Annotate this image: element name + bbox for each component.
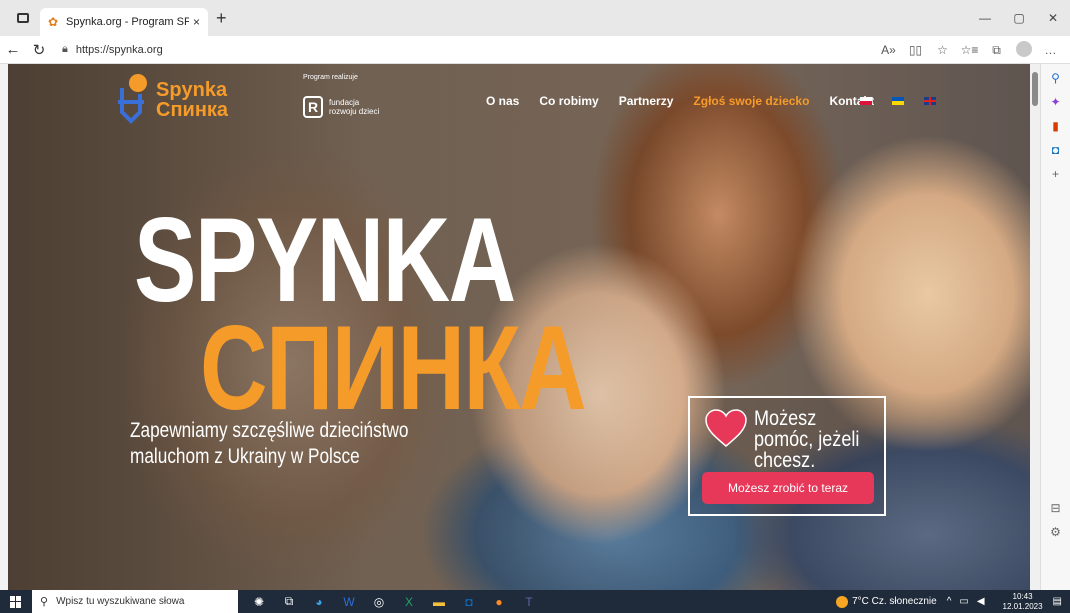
- collections-icon[interactable]: ⧉: [983, 43, 1010, 58]
- outlook-icon[interactable]: ◘: [454, 595, 484, 609]
- heart-icon: [705, 409, 747, 447]
- date-text: 12.01.2023: [1002, 601, 1043, 611]
- back-icon[interactable]: ←: [0, 37, 26, 63]
- outlook-icon[interactable]: ◘: [1041, 144, 1070, 156]
- flag-gb-icon[interactable]: [924, 97, 936, 105]
- taskbar-apps: ✺ ⧉ ◕ W ◎ X ▬ ◘ ● T: [244, 594, 544, 609]
- favorite-add-icon[interactable]: ☆: [929, 43, 956, 57]
- refresh-icon[interactable]: ↻: [26, 37, 52, 63]
- widgets-icon[interactable]: ✺: [244, 595, 274, 609]
- lock-icon: 🔒︎: [62, 43, 68, 55]
- logo-mark-icon: [118, 74, 147, 124]
- tab-close-icon[interactable]: ×: [193, 15, 200, 29]
- tab-title: Spynka.org - Program SPYNKA w: [66, 16, 189, 28]
- discover-icon[interactable]: ✦: [1041, 96, 1070, 108]
- firefox-icon[interactable]: ●: [484, 595, 514, 609]
- url-field[interactable]: 🔒︎ https://spynka.org: [62, 43, 163, 56]
- tab-actions-icon: [17, 13, 29, 23]
- donate-text: Możesz pomóc, jeżeli chcesz.: [754, 407, 860, 472]
- camera-icon[interactable]: ◎: [364, 595, 394, 609]
- volume-icon[interactable]: ◀: [977, 596, 985, 607]
- partner-label: Program realizuje: [303, 74, 358, 81]
- flag-pl-icon[interactable]: [860, 97, 872, 105]
- logo-text-cyrillic: Спинка: [156, 99, 229, 121]
- add-sidebar-icon[interactable]: +: [1041, 168, 1070, 180]
- browser-tab[interactable]: ✿ Spynka.org - Program SPYNKA w ×: [40, 8, 208, 36]
- screen: ✿ Spynka.org - Program SPYNKA w × + — ▢ …: [0, 0, 1070, 613]
- sidebar-hide-icon[interactable]: ⊟: [1041, 502, 1070, 514]
- main-nav: O nas Co robimy Partnerzy Zgłoś swoje dz…: [486, 94, 894, 108]
- profile-avatar[interactable]: [1010, 40, 1037, 60]
- scrollbar-thumb[interactable]: [1032, 72, 1038, 106]
- time-text: 10:43: [1012, 591, 1033, 601]
- teams-icon[interactable]: T: [514, 595, 544, 609]
- taskbar-search[interactable]: ⚲ Wpisz tu wyszukiwane słowa: [32, 590, 238, 613]
- nav-register-child[interactable]: Zgłoś swoje dziecko: [693, 94, 809, 108]
- headline-cyrillic: СПИНКА: [200, 301, 587, 435]
- immersive-reader-icon[interactable]: ▯▯: [902, 43, 929, 57]
- tray-chevron-icon[interactable]: ^: [947, 596, 952, 607]
- sun-icon: [836, 595, 849, 608]
- hero-section: Spynka Спинка Program realizuje R fundac…: [8, 64, 1030, 590]
- system-tray: 7°C Cz. słonecznie ^ ▭ ◀ 10:43 12.01.202…: [836, 590, 1070, 613]
- weather-text: 7°C Cz. słonecznie: [852, 596, 937, 607]
- address-bar: ← ↻ 🔒︎ https://spynka.org A» ▯▯ ☆ ☆≡ ⧉ …: [0, 36, 1070, 64]
- nav-about[interactable]: O nas: [486, 94, 519, 108]
- partner-name: fundacja rozwoju dzieci: [329, 98, 380, 116]
- address-bar-actions: A» ▯▯ ☆ ☆≡ ⧉ …: [875, 36, 1064, 64]
- file-explorer-icon[interactable]: ▬: [424, 595, 454, 609]
- notifications-icon[interactable]: ▤: [1053, 596, 1062, 607]
- taskbar-search-placeholder: Wpisz tu wyszukiwane słowa: [56, 596, 185, 607]
- settings-icon[interactable]: ⚙: [1041, 526, 1070, 538]
- edge-icon[interactable]: ◕: [304, 595, 334, 609]
- edge-sidebar: ⚲ ✦ ▮ ◘ + ⊟ ⚙: [1040, 64, 1070, 590]
- flag-ua-icon[interactable]: [892, 97, 904, 105]
- donate-box: Możesz pomóc, jeżeli chcesz. Możesz zrob…: [688, 396, 886, 516]
- logo-text-latin: Spynka: [156, 79, 228, 101]
- task-view-icon[interactable]: ⧉: [274, 594, 304, 609]
- browser-tabstrip: ✿ Spynka.org - Program SPYNKA w × + — ▢ …: [0, 0, 1070, 36]
- read-aloud-icon[interactable]: A»: [875, 43, 902, 57]
- search-icon: ⚲: [40, 596, 49, 608]
- hero-tagline: Zapewniamy szczęśliwe dzieciństwo maluch…: [130, 419, 409, 468]
- new-tab-button[interactable]: +: [216, 8, 227, 29]
- weather-widget[interactable]: 7°C Cz. słonecznie: [836, 595, 937, 608]
- search-icon[interactable]: ⚲: [1041, 72, 1070, 84]
- more-menu-icon[interactable]: …: [1037, 43, 1064, 57]
- excel-icon[interactable]: X: [394, 595, 424, 609]
- page-scrollbar[interactable]: [1030, 64, 1040, 590]
- window-controls: — ▢ ✕: [968, 0, 1070, 36]
- donate-button[interactable]: Możesz zrobić to teraz: [702, 472, 874, 504]
- url-text: https://spynka.org: [75, 43, 163, 56]
- tab-actions-button[interactable]: [6, 6, 40, 30]
- language-switcher: [860, 97, 956, 105]
- headline-latin: SPYNKA: [134, 193, 516, 327]
- clock[interactable]: 10:43 12.01.2023: [993, 592, 1053, 612]
- word-icon[interactable]: W: [334, 595, 364, 609]
- start-button[interactable]: [0, 590, 32, 613]
- favorites-icon[interactable]: ☆≡: [956, 43, 983, 57]
- restore-icon[interactable]: ▢: [1002, 0, 1036, 36]
- nav-what-we-do[interactable]: Co robimy: [539, 94, 598, 108]
- partner-mark-icon: R: [303, 96, 323, 118]
- site-favicon-icon: ✿: [48, 15, 59, 29]
- nav-partners[interactable]: Partnerzy: [619, 94, 674, 108]
- partner-logo[interactable]: Program realizuje R fundacja rozwoju dzi…: [303, 74, 423, 124]
- windows-taskbar: ⚲ Wpisz tu wyszukiwane słowa ✺ ⧉ ◕ W ◎ X…: [0, 590, 1070, 613]
- site-logo[interactable]: Spynka Спинка: [108, 70, 248, 130]
- windows-icon: [10, 595, 22, 608]
- office-icon[interactable]: ▮: [1041, 120, 1070, 132]
- network-icon[interactable]: ▭: [959, 596, 968, 607]
- close-window-icon[interactable]: ✕: [1036, 0, 1070, 36]
- minimize-icon[interactable]: —: [968, 0, 1002, 36]
